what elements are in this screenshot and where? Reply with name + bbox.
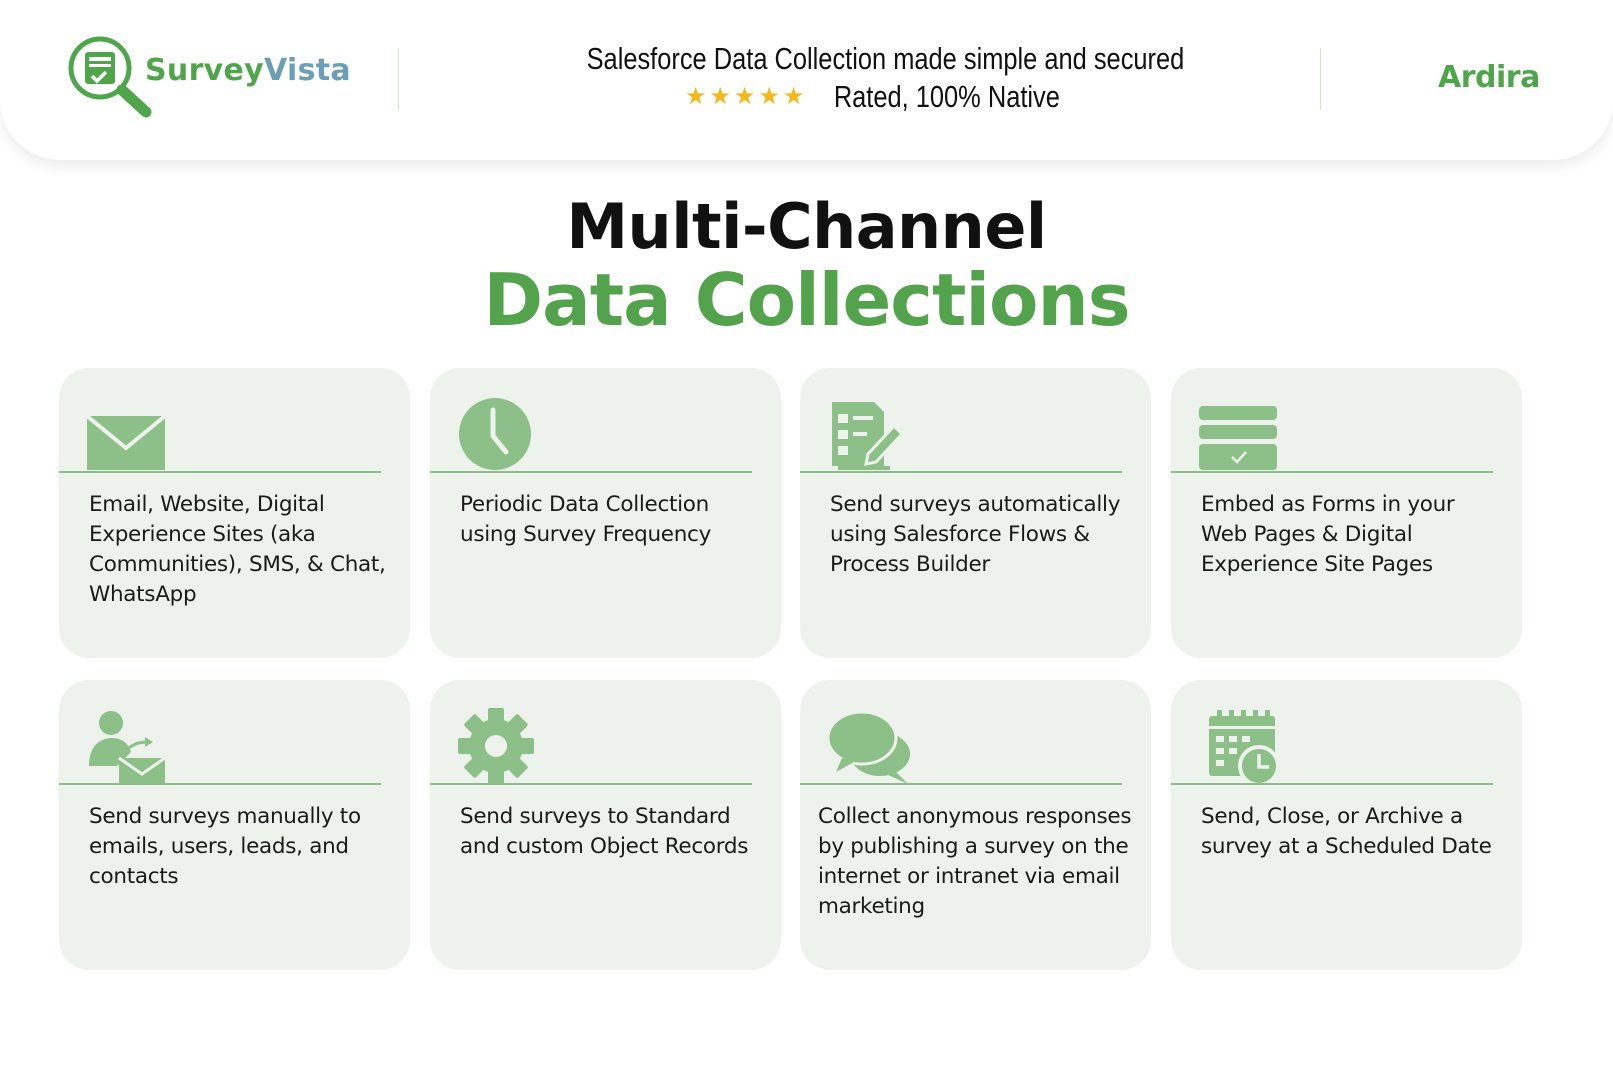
card-description: Embed as Forms in your Web Pages & Digit… — [1201, 492, 1455, 577]
calendar-clock-icon — [1209, 710, 1280, 784]
card-divider — [1171, 471, 1493, 473]
header-divider-left — [398, 48, 399, 110]
card-divider — [59, 783, 381, 785]
brand-part-vista: Vista — [264, 53, 351, 88]
card-description: Periodic Data Collection using Survey Fr… — [460, 492, 712, 547]
surveyvista-wordmark[interactable]: SurveyVista — [145, 53, 351, 88]
page-title-line1: Multi-Channel — [566, 190, 1047, 263]
feature-card-embed: Embed as Forms in your Web Pages & Digit… — [1171, 368, 1522, 658]
card-divider — [1171, 783, 1493, 785]
card-divider — [59, 471, 381, 473]
header-tagline: Salesforce Data Collection made simple a… — [500, 40, 1270, 116]
feature-card-manual: Send surveys manually to emails, users, … — [59, 680, 410, 970]
feature-card-flows: Send surveys automatically using Salesfo… — [800, 368, 1151, 658]
card-divider — [430, 471, 752, 473]
tagline-line1: Salesforce Data Collection made simple a… — [586, 41, 1184, 76]
card-description: Collect anonymous responses by publishin… — [818, 804, 1132, 919]
feature-card-scheduled: Send, Close, or Archive a survey at a Sc… — [1171, 680, 1522, 970]
chat-bubbles-icon — [828, 710, 910, 784]
user-send-mail-icon — [89, 711, 166, 784]
ardira-logo[interactable]: Ardira — [1438, 60, 1540, 95]
rating-stars-icon: ★★★★★ — [684, 83, 808, 110]
gear-icon — [458, 708, 534, 784]
card-description: Send surveys manually to emails, users, … — [89, 804, 361, 889]
page-title-line2: Data Collections — [483, 258, 1130, 342]
header-bar: SurveyVista Salesforce Data Collection m… — [0, 0, 1613, 160]
feature-card-channels: Email, Website, Digital Experience Sites… — [59, 368, 410, 658]
envelope-icon — [87, 414, 167, 470]
feature-card-object-records: Send surveys to Standard and custom Obje… — [430, 680, 781, 970]
embedded-form-icon — [1199, 406, 1277, 470]
card-description: Send surveys to Standard and custom Obje… — [460, 804, 749, 859]
card-description: Email, Website, Digital Experience Sites… — [89, 492, 386, 607]
card-description: Send, Close, or Archive a survey at a Sc… — [1201, 804, 1492, 859]
feature-card-frequency: Periodic Data Collection using Survey Fr… — [430, 368, 781, 658]
card-divider — [800, 471, 1122, 473]
checklist-pencil-icon — [832, 402, 905, 470]
feature-card-anonymous: Collect anonymous responses by publishin… — [800, 680, 1151, 970]
card-description: Send surveys automatically using Salesfo… — [830, 492, 1121, 577]
card-divider — [800, 783, 1122, 785]
rating-text: Rated, 100% Native — [834, 79, 1061, 114]
card-divider — [430, 783, 752, 785]
clock-icon — [459, 398, 531, 470]
header-divider-right — [1320, 48, 1321, 110]
brand-part-survey: Survey — [145, 53, 265, 88]
